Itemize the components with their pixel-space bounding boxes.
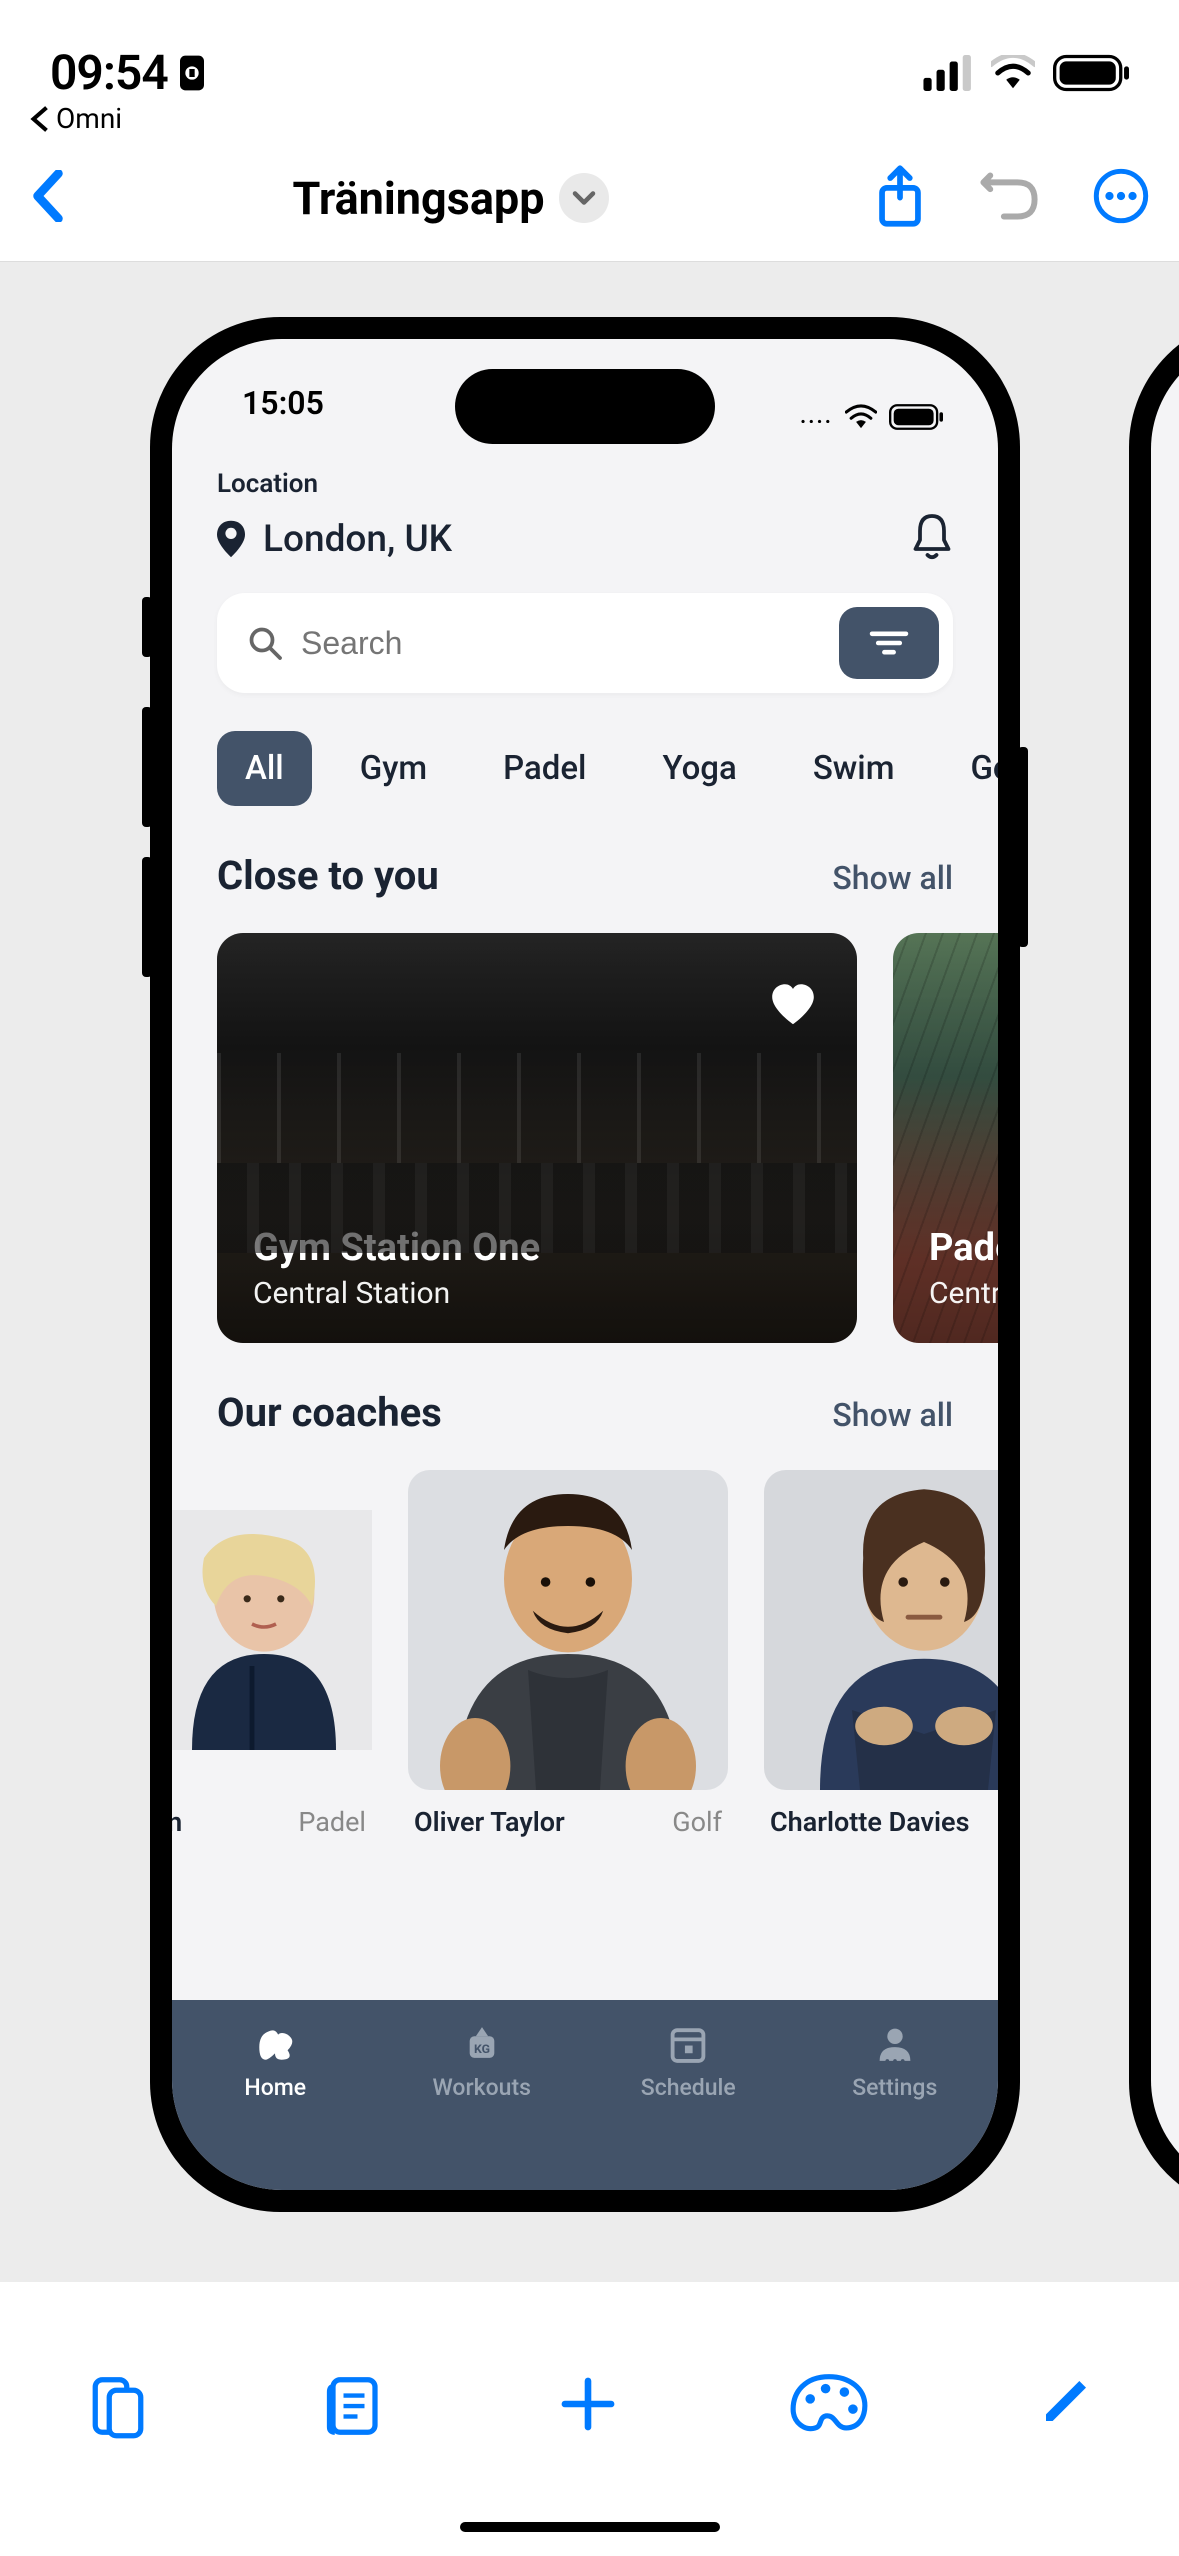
chip-swim[interactable]: Swim (785, 731, 923, 806)
venue-card[interactable]: Pade Centr (893, 933, 998, 1343)
design-canvas[interactable]: 15:05 .... Location London, UK (0, 262, 1179, 2282)
venues-list[interactable]: Gym Station One Central Station Pade Cen… (172, 899, 998, 1343)
close-to-you-header: Close to you Show all (172, 806, 998, 899)
schedule-icon (666, 2024, 710, 2064)
time-text: 09:54 (50, 44, 168, 101)
workouts-icon: KG (460, 2024, 504, 2064)
filter-button[interactable] (839, 607, 939, 679)
inner-wifi-icon (845, 404, 877, 430)
device-time: 09:54 (50, 44, 208, 101)
nav-title-wrap[interactable]: Träningsapp (46, 172, 855, 225)
toolbar-edit-button[interactable] (1036, 2371, 1096, 2435)
coach-sport: Padel (298, 1806, 366, 1838)
cellular-icon (923, 55, 973, 91)
more-button[interactable] (1093, 168, 1149, 228)
chip-yoga[interactable]: Yoga (634, 731, 764, 806)
favorite-button[interactable] (769, 983, 817, 1031)
device-status-right (923, 54, 1129, 92)
nav-label: Workouts (433, 2074, 531, 2101)
phone-mockup-2: W (1129, 317, 1179, 2212)
editor-toolbar (0, 2316, 1179, 2556)
orientation-lock-icon (176, 53, 208, 93)
inner-battery-icon (889, 404, 943, 430)
coach-avatar (172, 1470, 372, 1790)
coaches-list[interactable]: son Padel (172, 1436, 998, 1838)
chip-all[interactable]: All (217, 731, 312, 806)
location-picker[interactable]: London, UK (217, 518, 452, 561)
venue-name: Gym Station One (253, 1226, 821, 1270)
coach-card[interactable]: Oliver Taylor Golf (408, 1470, 728, 1838)
nav-actions (875, 165, 1149, 231)
wifi-icon (991, 55, 1035, 91)
category-chips: All Gym Padel Yoga Swim Go (172, 693, 998, 806)
venue-subtitle: Centr (929, 1276, 998, 1311)
back-to-app[interactable]: Omni (0, 102, 1179, 135)
caret-left-icon (30, 106, 50, 132)
bell-icon (911, 513, 953, 561)
our-coaches-header: Our coaches Show all (172, 1343, 998, 1436)
inner-time: 15:05 (242, 384, 324, 449)
phone-mockup-1: 15:05 .... Location London, UK (150, 317, 1020, 2212)
chip-go[interactable]: Go (942, 731, 998, 806)
app-nav-bar: Träningsapp (0, 135, 1179, 262)
phone-notch (455, 369, 715, 444)
location-label: Location (217, 469, 953, 499)
nav-label: Settings (852, 2074, 937, 2101)
chip-padel[interactable]: Padel (475, 731, 614, 806)
coaches-title: Our coaches (217, 1389, 442, 1436)
nav-label: Schedule (641, 2074, 736, 2101)
heart-icon (769, 983, 817, 1027)
coach-name: Charlotte Davies (770, 1806, 969, 1838)
home-indicator (460, 2522, 720, 2532)
notifications-button[interactable] (911, 513, 953, 565)
pin-icon (217, 520, 245, 558)
coach-sport: Golf (672, 1806, 722, 1838)
coaches-show-all-link[interactable]: Show all (832, 1396, 953, 1434)
inner-dots-icon: .... (800, 404, 833, 429)
bottom-nav: Home KG Workouts Schedule Settings (172, 2000, 998, 2190)
venue-name: Pade (929, 1226, 998, 1270)
toolbar-add-button[interactable] (555, 2371, 621, 2441)
filter-icon (869, 628, 909, 658)
coach-name: son (172, 1806, 182, 1838)
toolbar-notes-button[interactable] (319, 2371, 389, 2445)
coach-card[interactable]: son Padel (172, 1470, 372, 1838)
toolbar-theme-button[interactable] (788, 2371, 870, 2441)
close-show-all-link[interactable]: Show all (832, 859, 953, 897)
nav-label: Home (244, 2074, 306, 2101)
coach-card[interactable]: Charlotte Davies (764, 1470, 998, 1838)
coach-name: Oliver Taylor (414, 1806, 565, 1838)
nav-schedule[interactable]: Schedule (585, 2024, 792, 2190)
share-button[interactable] (875, 165, 925, 231)
title-chevron-button[interactable] (559, 173, 609, 223)
nav-home[interactable]: Home (172, 2024, 379, 2190)
battery-icon (1053, 54, 1129, 92)
toolbar-devices-button[interactable] (83, 2371, 153, 2445)
nav-settings[interactable]: Settings (792, 2024, 999, 2190)
undo-button[interactable] (980, 172, 1038, 224)
coach-avatar (764, 1470, 998, 1790)
search-bar[interactable] (217, 593, 953, 693)
svg-text:KG: KG (474, 2043, 490, 2057)
venue-card[interactable]: Gym Station One Central Station (217, 933, 857, 1343)
close-to-you-title: Close to you (217, 852, 439, 899)
nav-workouts[interactable]: KG Workouts (379, 2024, 586, 2190)
nav-title: Träningsapp (292, 172, 544, 225)
venue-subtitle: Central Station (253, 1276, 821, 1311)
coach-avatar (408, 1470, 728, 1790)
search-icon (247, 625, 283, 661)
device-status-bar: 09:54 (0, 0, 1179, 110)
back-app-label: Omni (56, 102, 122, 135)
chevron-down-icon (572, 190, 596, 206)
chip-gym[interactable]: Gym (332, 731, 455, 806)
home-icon (253, 2024, 297, 2064)
location-value: London, UK (263, 518, 452, 561)
search-input[interactable] (301, 625, 821, 662)
settings-icon (873, 2024, 917, 2064)
